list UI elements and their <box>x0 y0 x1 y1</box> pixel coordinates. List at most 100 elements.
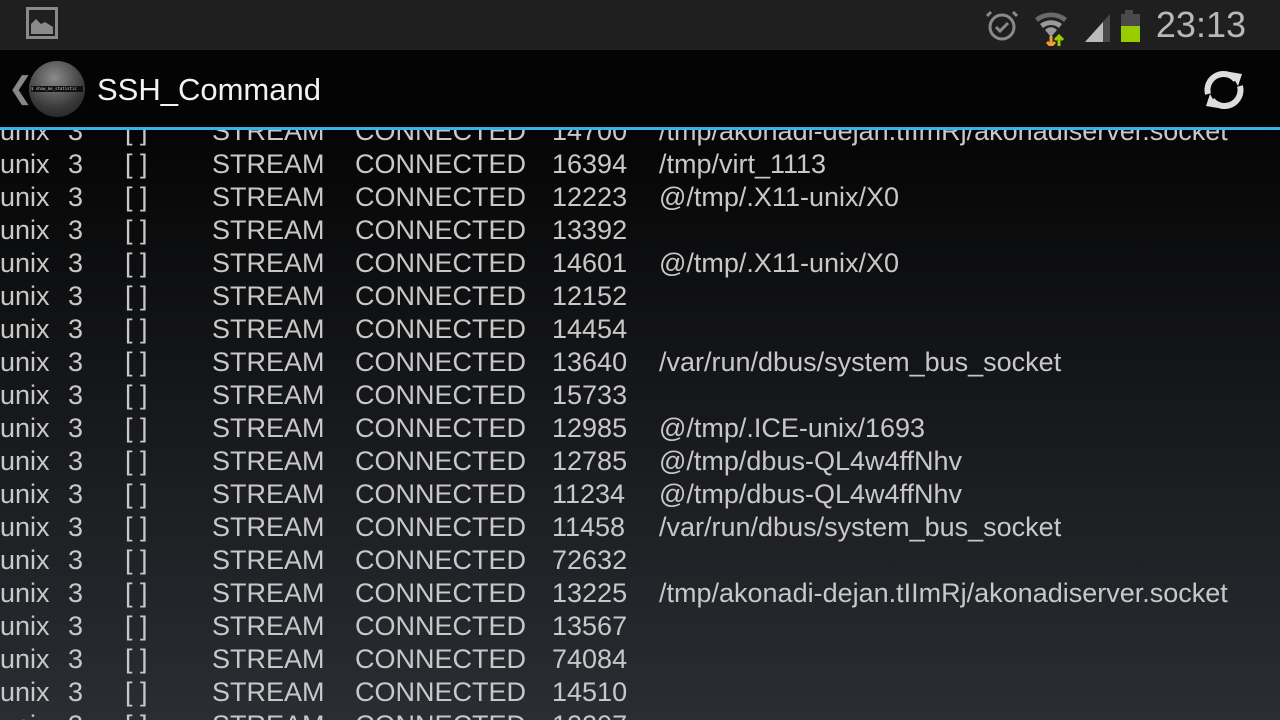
cell-type: STREAM <box>212 709 325 720</box>
cell-flags: [ ] <box>125 709 148 720</box>
cell-inode: 13567 <box>552 611 628 641</box>
cell-path: /var/run/dbus/system_bus_socket <box>659 347 1062 377</box>
cell-flags: [ ] <box>125 149 148 179</box>
cell-refcnt: 3 <box>68 709 83 720</box>
cell-proto: unix <box>0 248 50 278</box>
cell-inode: 14700 <box>552 129 628 146</box>
cell-flags: [ ] <box>125 479 148 509</box>
cell-refcnt: 3 <box>68 479 84 509</box>
cell-proto: unix <box>0 446 50 476</box>
cell-inode: 12985 <box>552 413 628 443</box>
cell-inode: 16394 <box>552 149 628 179</box>
cell-inode: 12207 <box>552 709 627 720</box>
status-clock: 23:13 <box>1155 4 1246 45</box>
status-bar: 23:13 <box>0 0 1280 50</box>
cell-flags: [ ] <box>125 248 148 278</box>
cell-type: STREAM <box>212 545 325 575</box>
cell-state: CONNECTED <box>355 248 527 278</box>
cell-flags: [ ] <box>125 215 148 245</box>
cell-path: @/tmp/dbus-QL4w4ffNhv <box>659 479 963 509</box>
alarm-icon <box>985 10 1019 41</box>
cell-path: /tmp/akonadi-dejan.tIImRj/akonadiserver.… <box>659 578 1228 608</box>
cell-type: STREAM <box>212 479 325 509</box>
cell-proto: unix <box>0 215 50 245</box>
cell-state: CONNECTED <box>355 446 527 476</box>
cell-flags: [ ] <box>125 611 148 641</box>
cell-path: @/tmp/.X11-unix/X0 <box>659 182 900 212</box>
cell-state: CONNECTED <box>355 281 527 311</box>
cell-flags: [ ] <box>125 380 148 410</box>
cell-type: STREAM <box>212 281 325 311</box>
action-bar-divider <box>0 127 1280 130</box>
cell-proto: unix <box>0 314 50 344</box>
cell-type: STREAM <box>212 182 325 212</box>
signal-icon <box>1085 14 1110 42</box>
cell-type: STREAM <box>212 129 325 146</box>
cell-inode: 11234 <box>552 479 626 509</box>
cell-inode: 12785 <box>552 446 628 476</box>
app-title: SSH_Command <box>97 72 321 107</box>
cell-inode: 13392 <box>552 215 628 245</box>
cell-flags: [ ] <box>125 281 148 311</box>
refresh-icon[interactable] <box>1198 64 1250 121</box>
cell-refcnt: 3 <box>68 611 84 641</box>
cell-refcnt: 3 <box>68 446 84 476</box>
cell-flags: [ ] <box>125 314 148 344</box>
cell-proto: unix <box>0 709 50 720</box>
cell-proto: unix <box>0 129 50 146</box>
cell-type: STREAM <box>212 512 325 542</box>
cell-refcnt: 3 <box>68 578 84 608</box>
cell-refcnt: 3 <box>68 248 84 278</box>
cell-proto: unix <box>0 149 50 179</box>
cell-state: CONNECTED <box>355 709 526 720</box>
cell-flags: [ ] <box>125 129 148 146</box>
cell-refcnt: 3 <box>68 347 84 377</box>
cell-proto: unix <box>0 380 50 410</box>
cell-proto: unix <box>0 677 50 707</box>
cell-inode: 13640 <box>552 347 628 377</box>
cell-state: CONNECTED <box>355 314 527 344</box>
cell-type: STREAM <box>212 644 325 674</box>
cell-proto: unix <box>0 413 50 443</box>
cell-inode: 14454 <box>552 314 628 344</box>
cell-refcnt: 3 <box>68 281 84 311</box>
cell-flags: [ ] <box>125 578 148 608</box>
cell-path: @/tmp/.X11-unix/X0 <box>659 248 900 278</box>
cell-proto: unix <box>0 644 50 674</box>
app-logo[interactable]: $ show_me_statistic <box>29 61 85 117</box>
cell-state: CONNECTED <box>355 479 527 509</box>
action-bar: ❮ $ show_me_statistic SSH_Command <box>0 50 1280 127</box>
cell-state: CONNECTED <box>355 215 527 245</box>
cell-refcnt: 3 <box>68 149 84 179</box>
cell-refcnt: 3 <box>68 677 84 707</box>
cell-proto: unix <box>0 611 50 641</box>
cell-inode: 14601 <box>552 248 628 278</box>
cell-proto: unix <box>0 578 50 608</box>
cell-refcnt: 3 <box>68 413 84 443</box>
cell-type: STREAM <box>212 380 325 410</box>
cell-flags: [ ] <box>125 644 148 674</box>
cell-inode: 74084 <box>552 644 628 674</box>
cell-state: CONNECTED <box>355 545 527 575</box>
cell-state: CONNECTED <box>355 512 527 542</box>
cell-path: /tmp/akonadi-dejan.tIImRj/akonadiserver.… <box>659 129 1228 146</box>
cell-type: STREAM <box>212 413 325 443</box>
image-notification-icon <box>26 7 58 39</box>
cell-refcnt: 3 <box>68 215 84 245</box>
cell-flags: [ ] <box>125 347 148 377</box>
cell-inode: 13225 <box>552 578 628 608</box>
cell-state: CONNECTED <box>355 644 527 674</box>
cell-inode: 72632 <box>552 545 628 575</box>
cell-refcnt: 3 <box>68 380 84 410</box>
cell-inode: 11458 <box>552 512 626 542</box>
cell-proto: unix <box>0 347 50 377</box>
cell-flags: [ ] <box>125 512 148 542</box>
cell-state: CONNECTED <box>355 149 527 179</box>
cell-proto: unix <box>0 182 50 212</box>
cell-flags: [ ] <box>125 545 148 575</box>
cell-inode: 14510 <box>552 677 628 707</box>
cell-flags: [ ] <box>125 677 148 707</box>
cell-state: CONNECTED <box>355 380 527 410</box>
cell-path: @/tmp/.ICE-unix/1693 <box>659 413 926 443</box>
command-output[interactable]: unix 3 [ ] STREAM CONNECTED 14700/tmp/akonadi… <box>0 129 1280 720</box>
